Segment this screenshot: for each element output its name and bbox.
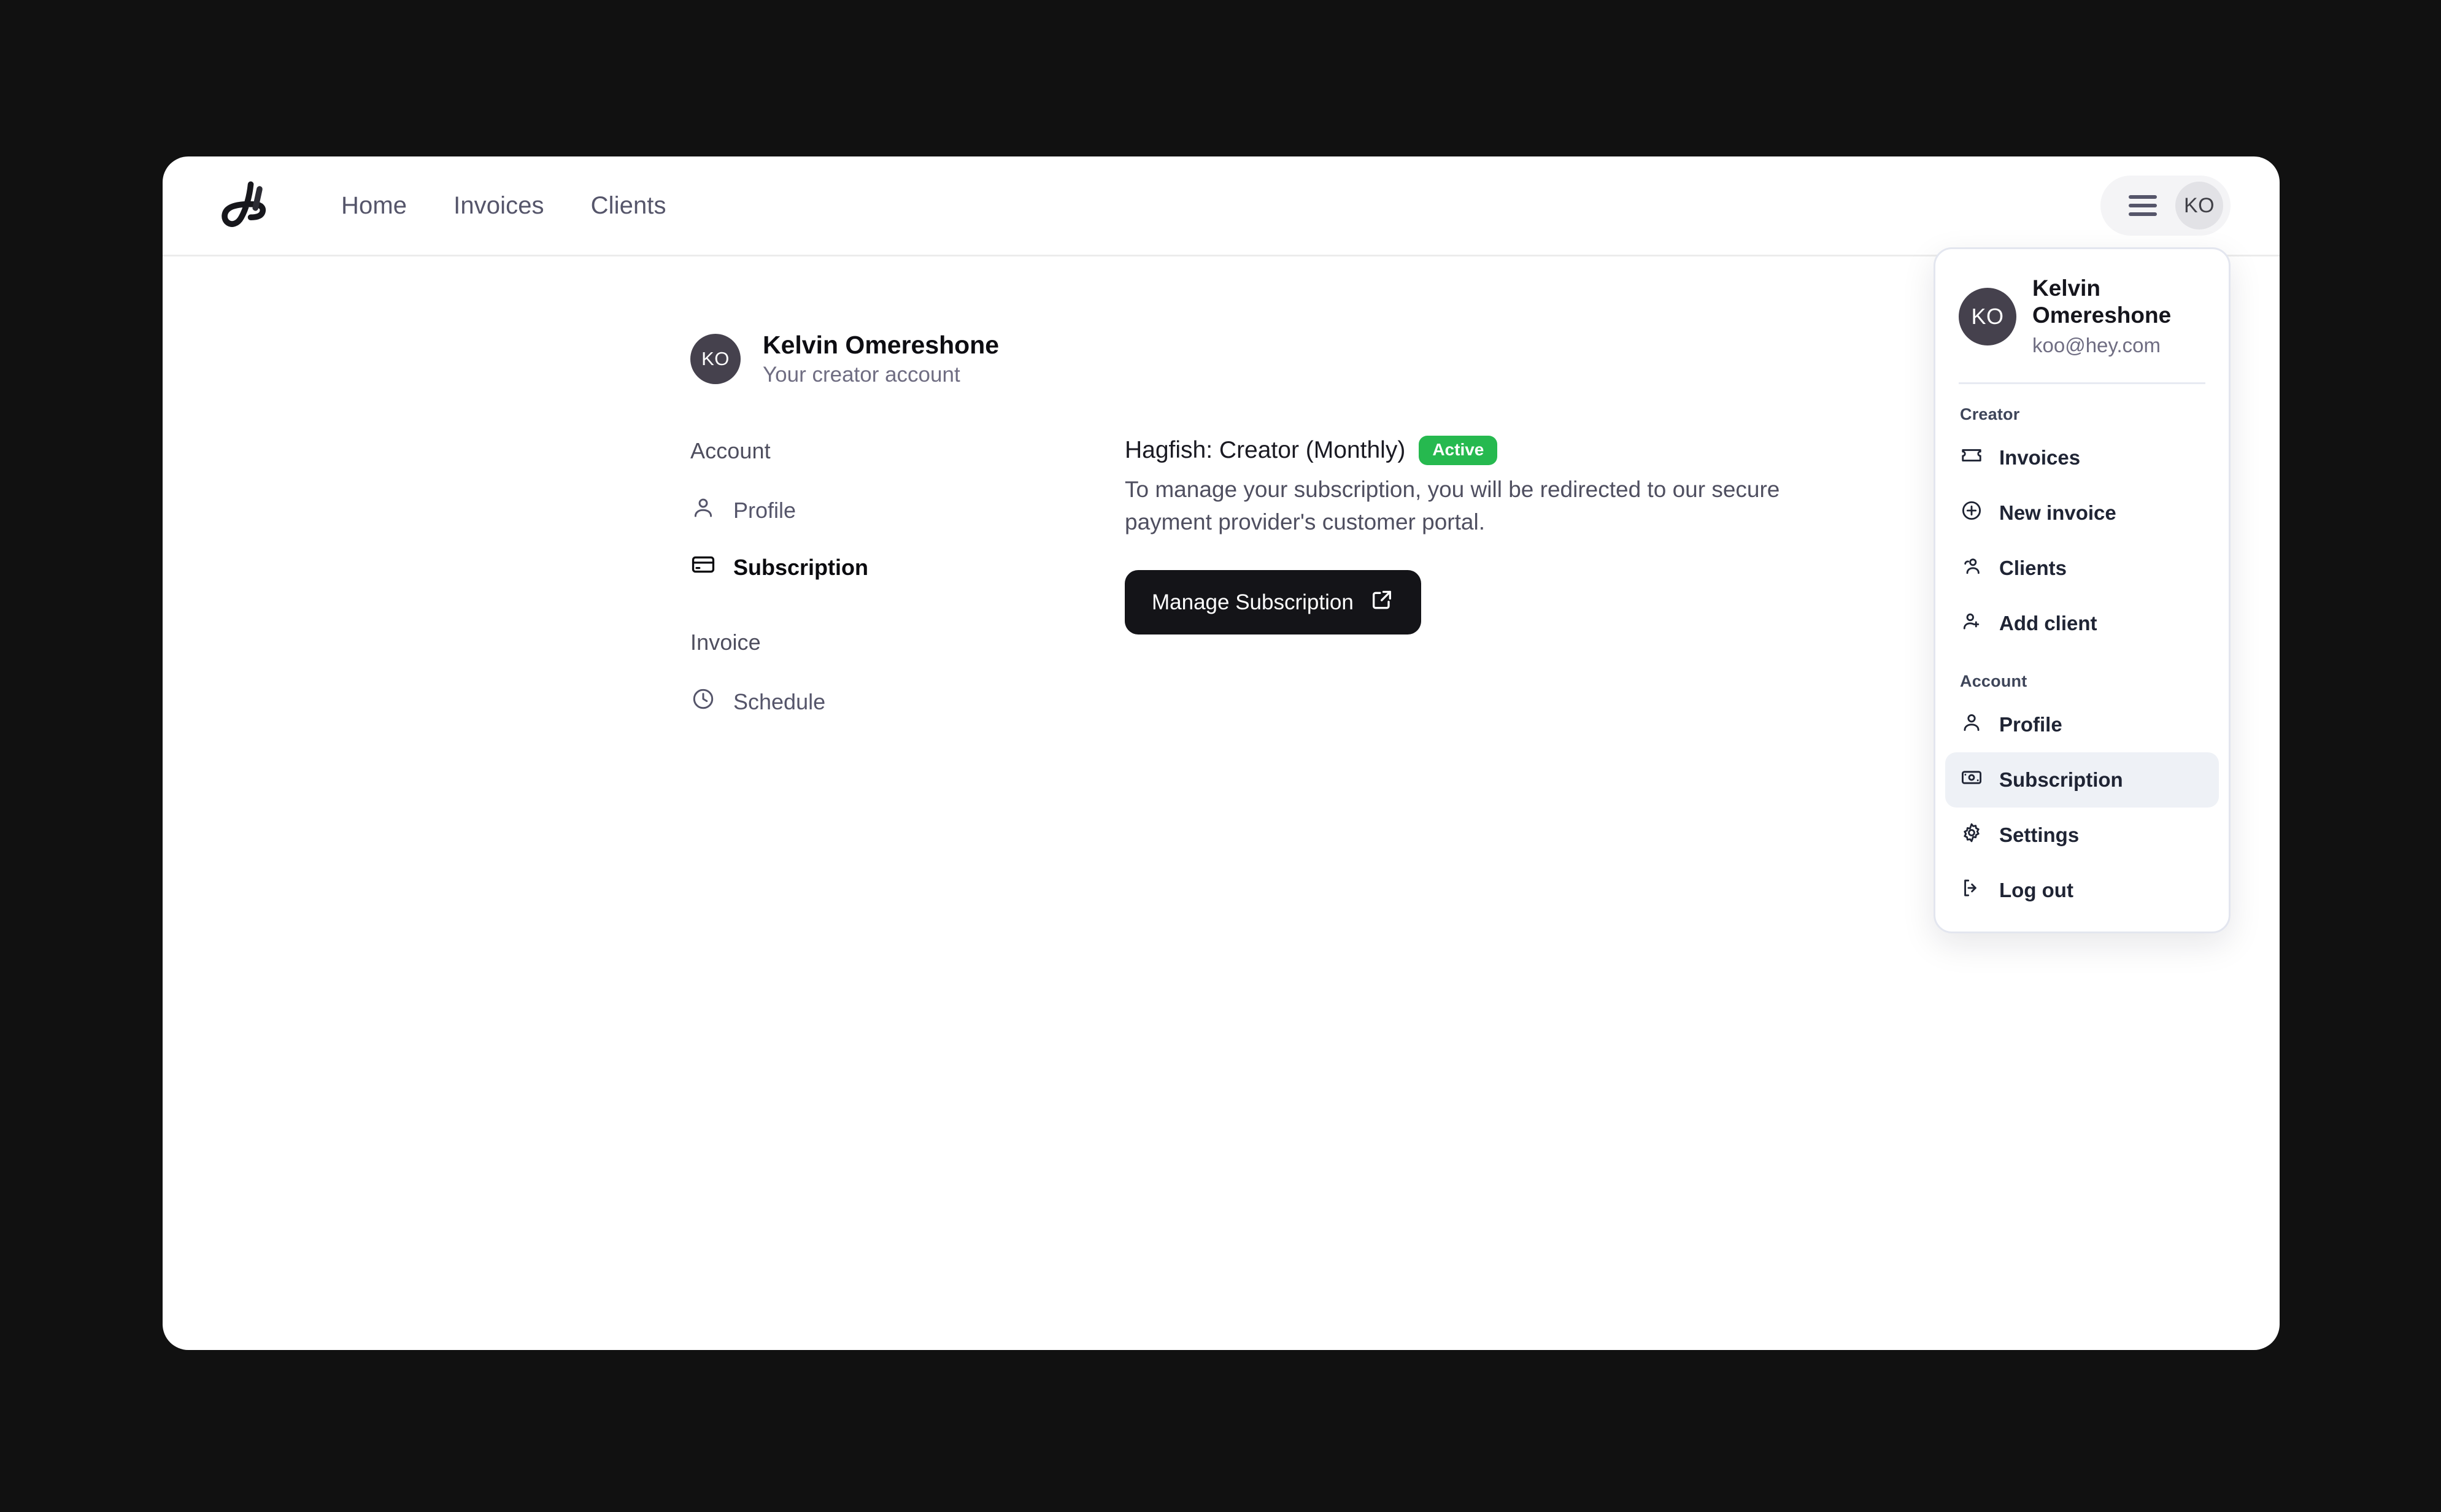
subscription-description: To manage your subscription, you will be… (1125, 477, 1780, 534)
sidebar-item-subscription[interactable]: Subscription (690, 543, 1120, 592)
top-navbar: Home Invoices Clients KO (163, 156, 2280, 256)
dropdown-user-info: KO Kelvin Omereshone koo@hey.com (1935, 249, 2229, 382)
content-columns: Account Profile Subscription Invoice Sch… (690, 436, 1806, 726)
avatar: KO (1959, 287, 2016, 345)
ticket-icon (1960, 444, 1983, 472)
dropdown-section-label-account: Account (1960, 672, 2027, 691)
dropdown-user-name: Kelvin Omereshone (2032, 276, 2172, 328)
hamburger-icon (2129, 195, 2157, 216)
sidebar-item-label: Profile (733, 497, 796, 523)
primary-nav: Home Invoices Clients (318, 185, 690, 227)
user-dropdown-menu: KO Kelvin Omereshone koo@hey.com Creator… (1934, 247, 2231, 934)
plus-circle-icon (1960, 499, 1983, 527)
dropdown-item-new-invoice[interactable]: New invoice (1945, 485, 2219, 541)
dropdown-item-subscription[interactable]: Subscription (1945, 752, 2219, 808)
clock-icon (690, 686, 716, 717)
dropdown-item-add-client[interactable]: Add client (1945, 596, 2219, 651)
settings-group-label: Invoice (690, 630, 761, 655)
subscription-panel: Hagfish: Creator (Monthly) Active To man… (1125, 436, 1806, 726)
dropdown-item-settings[interactable]: Settings (1945, 808, 2219, 863)
sidebar-item-label: Schedule (733, 688, 826, 714)
dropdown-item-label: Add client (1999, 612, 2097, 635)
status-badge: Active (1419, 436, 1498, 466)
plan-row: Hagfish: Creator (Monthly) Active (1125, 436, 1806, 466)
users-icon (1960, 554, 1983, 582)
logout-icon (1960, 876, 1983, 904)
dropdown-item-invoices[interactable]: Invoices (1945, 430, 2219, 485)
account-avatar: KO (690, 334, 741, 385)
nav-link-clients[interactable]: Clients (568, 185, 690, 227)
user-plus-icon (1960, 609, 1983, 638)
credit-card-icon (690, 552, 716, 583)
manage-subscription-label: Manage Subscription (1152, 590, 1354, 614)
dropdown-item-label: Subscription (1999, 768, 2123, 792)
settings-group-account: Account Profile Subscription (690, 438, 1120, 592)
dropdown-item-label: Clients (1999, 557, 2067, 580)
user-menu-button[interactable]: KO (2100, 176, 2231, 236)
dropdown-user-email: koo@hey.com (2032, 333, 2161, 357)
page-subtitle: Your creator account (763, 363, 960, 387)
navbar-right: KO (2100, 176, 2231, 236)
dropdown-item-label: Invoices (1999, 446, 2081, 469)
avatar: KO (2175, 182, 2223, 230)
sidebar-item-schedule[interactable]: Schedule (690, 677, 1120, 726)
dropdown-section-label-creator: Creator (1960, 405, 2020, 424)
external-link-icon (1370, 587, 1394, 617)
dropdown-item-label: Settings (1999, 824, 2080, 847)
hagfish-logo-icon[interactable] (212, 172, 278, 239)
nav-link-home[interactable]: Home (318, 185, 430, 227)
dropdown-item-label: Log out (1999, 879, 2073, 902)
user-icon (1960, 711, 1983, 739)
dropdown-item-clients[interactable]: Clients (1945, 541, 2219, 596)
dropdown-item-label: New invoice (1999, 501, 2116, 525)
gear-icon (1960, 821, 1983, 849)
nav-link-invoices[interactable]: Invoices (430, 185, 568, 227)
sidebar-item-profile[interactable]: Profile (690, 486, 1120, 534)
dropdown-item-logout[interactable]: Log out (1945, 863, 2219, 918)
user-icon (690, 495, 716, 526)
plan-title: Hagfish: Creator (Monthly) (1125, 437, 1406, 464)
account-header: KO Kelvin Omereshone Your creator accoun… (690, 330, 1806, 388)
banknote-icon (1960, 766, 1983, 794)
manage-subscription-button[interactable]: Manage Subscription (1125, 570, 1421, 635)
settings-group-invoice: Invoice Schedule (690, 630, 1120, 726)
page-title: Kelvin Omereshone (763, 331, 1000, 359)
dropdown-item-label: Profile (1999, 713, 2062, 736)
settings-group-label: Account (690, 438, 771, 464)
app-window: Home Invoices Clients KO KO Kelvin Omere… (163, 156, 2280, 1350)
dropdown-item-profile[interactable]: Profile (1945, 697, 2219, 752)
sidebar-item-label: Subscription (733, 554, 869, 580)
settings-sidebar: Account Profile Subscription Invoice Sch… (690, 436, 1120, 726)
